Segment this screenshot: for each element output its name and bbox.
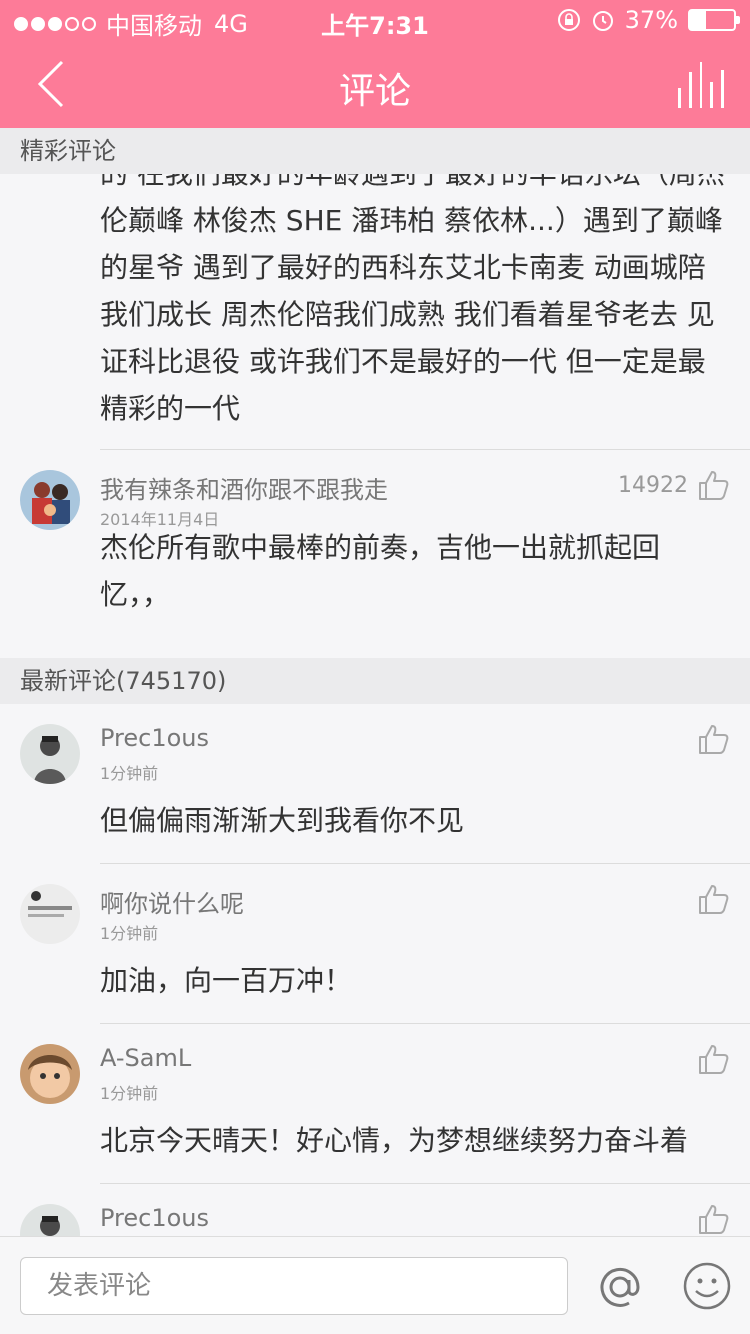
- username[interactable]: Prec1ous: [100, 724, 209, 752]
- comment-time: 1分钟前: [100, 1084, 159, 1103]
- username[interactable]: Prec1ous: [100, 1204, 209, 1232]
- comment-text: 但偏偏雨渐渐大到我看你不见: [100, 804, 465, 837]
- comment-text: 杰伦所有歌中最棒的前奏，吉他一出就抓起回忆，，: [100, 531, 661, 611]
- comment-item: Prec1ous 1分钟前 但偏偏雨渐渐大到我看你不见: [0, 704, 750, 864]
- status-bar: 中国移动 4G 上午7:31 37%: [0, 0, 750, 40]
- alarm-icon: [592, 11, 613, 31]
- comment-time: 1分钟前: [100, 924, 159, 943]
- thumb-up-icon: [699, 725, 729, 754]
- like-button[interactable]: [696, 1202, 730, 1236]
- comment-text: 北京今天晴天！好心情，为梦想继续努力奋斗着: [100, 1124, 689, 1157]
- username[interactable]: 啊你说什么呢: [100, 884, 244, 919]
- thumb-up-icon: [699, 471, 729, 500]
- latest-comments-header: 最新评论(745170): [0, 658, 750, 704]
- battery-fill: [690, 11, 707, 29]
- thumb-up-icon: [699, 885, 729, 914]
- comment-item: A-SamL 1分钟前 北京今天晴天！好心情，为梦想继续努力奋斗着: [0, 1024, 750, 1184]
- comment-time: 1分钟前: [100, 764, 159, 783]
- thumb-up-icon: [699, 1205, 729, 1234]
- comments-scroll[interactable]: 的 在我们最好的年龄遇到了最好的华语乐坛（周杰伦巅峰 林俊杰 SHE 潘玮柏 蔡…: [0, 174, 750, 1236]
- at-icon[interactable]: [596, 1263, 644, 1311]
- comment-input[interactable]: 发表评论: [20, 1257, 568, 1315]
- comment-item: 我有辣条和酒你跟不跟我走 2014年11月4日 14922 杰伦所有歌中最棒的前…: [0, 450, 750, 658]
- username[interactable]: 我有辣条和酒你跟不跟我走: [100, 470, 388, 505]
- smile-icon[interactable]: [682, 1261, 732, 1311]
- like-button[interactable]: 14922: [618, 468, 730, 502]
- thumb-up-icon: [699, 1045, 729, 1074]
- like-count: 14922: [618, 472, 688, 498]
- comment-item: Prec1ous: [0, 1184, 750, 1236]
- avatar[interactable]: [20, 1044, 80, 1104]
- bars-icon[interactable]: [678, 62, 724, 108]
- battery-icon: [688, 9, 740, 31]
- comment-text: 加油，向一百万冲！: [100, 964, 353, 997]
- nav-bar: 评论: [0, 40, 750, 128]
- like-button[interactable]: [696, 882, 730, 916]
- battery-percent: 37%: [624, 6, 678, 34]
- top-bar: 中国移动 4G 上午7:31 37% 评论: [0, 0, 750, 128]
- like-button[interactable]: [696, 1042, 730, 1076]
- avatar[interactable]: [20, 470, 80, 530]
- rotation-lock-icon: [557, 9, 580, 31]
- comment-item: 的 在我们最好的年龄遇到了最好的华语乐坛（周杰伦巅峰 林俊杰 SHE 潘玮柏 蔡…: [0, 174, 750, 432]
- username[interactable]: A-SamL: [100, 1044, 191, 1072]
- avatar[interactable]: [20, 724, 80, 784]
- comment-compose-bar: 发表评论: [0, 1236, 750, 1334]
- avatar[interactable]: [20, 884, 80, 944]
- featured-comments-header: 精彩评论: [0, 128, 750, 174]
- like-button[interactable]: [696, 722, 730, 756]
- avatar[interactable]: [20, 1204, 80, 1236]
- page-title: 评论: [338, 71, 411, 112]
- comment-text: 的 在我们最好的年龄遇到了最好的华语乐坛（周杰伦巅峰 林俊杰 SHE 潘玮柏 蔡…: [100, 174, 725, 425]
- comment-item: 啊你说什么呢 1分钟前 加油，向一百万冲！: [0, 864, 750, 1024]
